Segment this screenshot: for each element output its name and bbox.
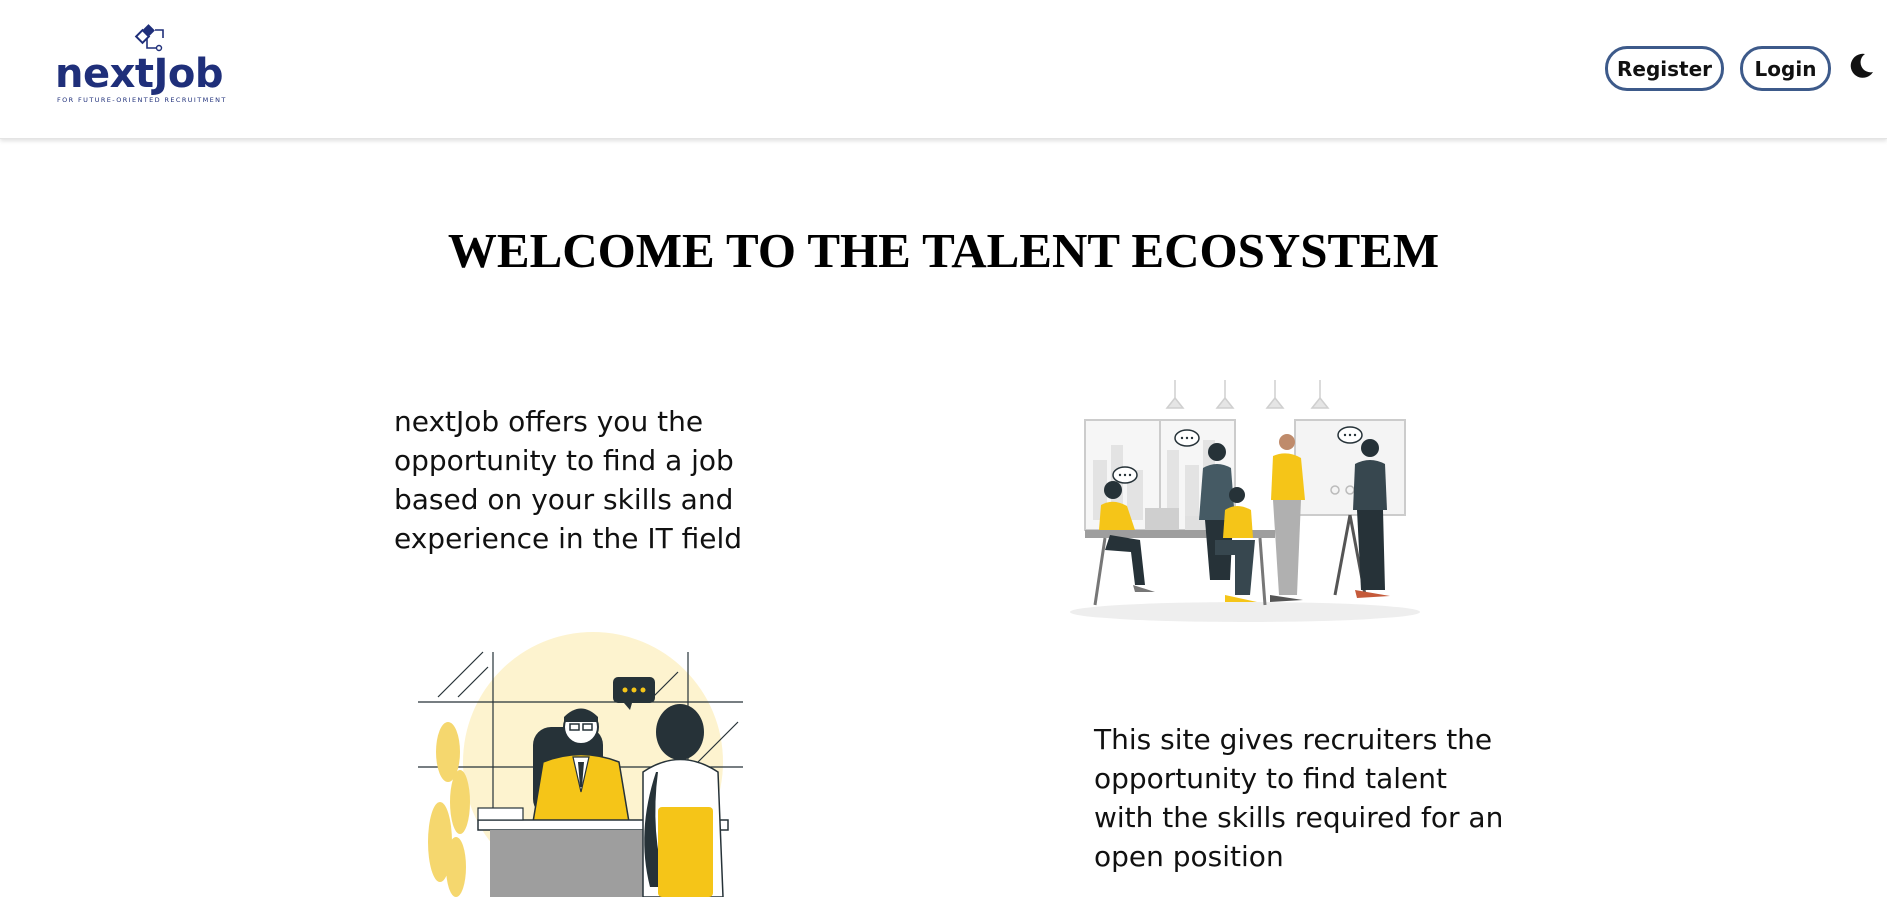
- logo-tagline: FOR FUTURE-ORIENTED RECRUITMENT: [57, 96, 227, 104]
- team-meeting-illustration: [1070, 380, 1420, 622]
- job-interview-illustration: [418, 632, 743, 897]
- register-button[interactable]: Register: [1605, 46, 1724, 91]
- login-button[interactable]: Login: [1740, 46, 1831, 91]
- top-navbar: nextJob FOR FUTURE-ORIENTED RECRUITMENT …: [0, 0, 1887, 139]
- recruiter-description: This site gives recruiters the opportuni…: [1094, 723, 1504, 873]
- logo-wordmark: nextJob: [55, 51, 224, 97]
- nextjob-logo[interactable]: nextJob FOR FUTURE-ORIENTED RECRUITMENT: [55, 24, 235, 106]
- page-title: WELCOME TO THE TALENT ECOSYSTEM: [447, 223, 1440, 278]
- jobseeker-description: nextJob offers you the opportunity to fi…: [394, 405, 743, 555]
- moon-icon[interactable]: [1846, 51, 1876, 81]
